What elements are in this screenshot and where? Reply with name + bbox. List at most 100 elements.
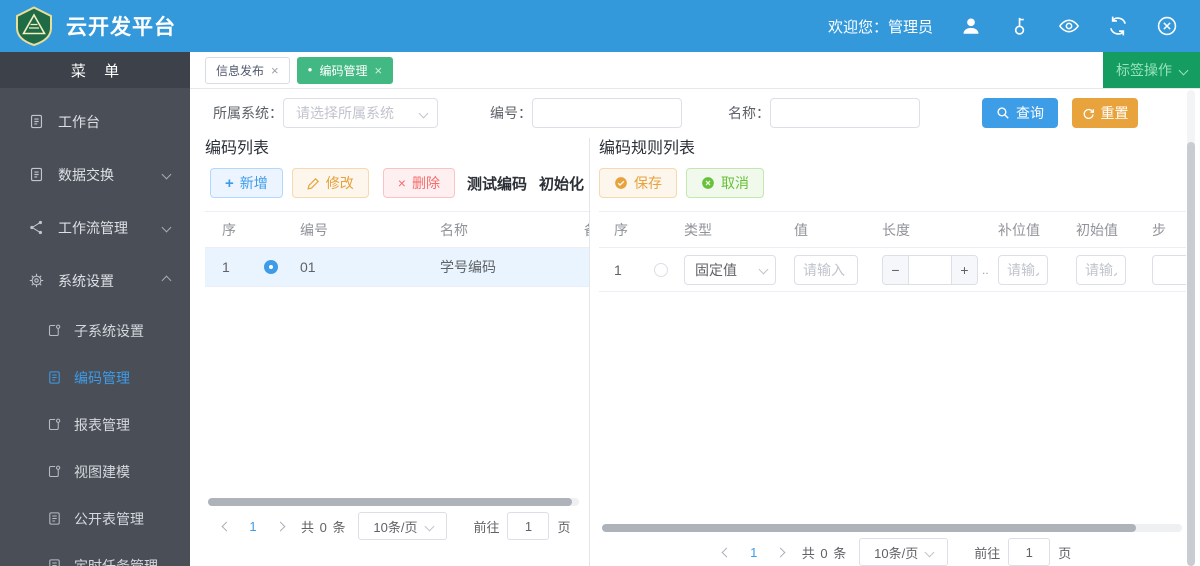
power-icon[interactable] xyxy=(1156,15,1178,37)
main-area: 信息发布 × ● 编码管理 × 标签操作 所属系统： 请选择所属系统 编号： 名… xyxy=(190,52,1200,566)
sidebar-item-scheduled-task-management[interactable]: 定时任务管理 xyxy=(0,542,190,566)
code-table-header: 序 编号 名称 备 xyxy=(205,211,589,248)
check-circle-icon xyxy=(615,177,627,189)
close-icon[interactable]: × xyxy=(374,64,382,77)
tab-bar: 信息发布 × ● 编码管理 × 标签操作 xyxy=(190,52,1200,89)
scrollbar-thumb[interactable] xyxy=(1187,142,1195,566)
reset-button-label: 重置 xyxy=(1100,105,1129,121)
scrollbar-thumb[interactable] xyxy=(602,524,1136,532)
sidebar-item-label: 定时任务管理 xyxy=(74,557,158,566)
next-page-button[interactable] xyxy=(768,547,794,557)
eye-icon[interactable] xyxy=(1058,15,1080,37)
page-unit-label: 页 xyxy=(1058,545,1072,561)
content-area: 所属系统： 请选择所属系统 编号： 名称： 查询 重置 编码列表 + 新增 修改… xyxy=(190,89,1200,566)
length-stepper: − + xyxy=(882,254,978,285)
delete-button[interactable]: × 删除 xyxy=(382,168,455,198)
reset-button[interactable]: 重置 xyxy=(1072,98,1138,128)
horizontal-scrollbar[interactable] xyxy=(208,498,579,506)
type-select[interactable]: 固定值 xyxy=(684,254,776,285)
goto-page-input[interactable] xyxy=(507,512,550,540)
page-title: 云开发平台 xyxy=(66,16,176,39)
sidebar-nav: 工作台 数据交换 工作流管理 系统设置 子系统设置 编码管理 报表管理 视图建模… xyxy=(0,88,190,566)
page-size-select[interactable]: 10条/页 xyxy=(358,512,448,540)
university-logo-icon xyxy=(16,6,52,46)
page-size-label: 10条/页 xyxy=(874,545,919,561)
pad-value-input[interactable] xyxy=(998,254,1048,285)
sidebar-item-label: 报表管理 xyxy=(74,416,130,433)
chevron-down-icon xyxy=(758,264,769,275)
tag-operations-button[interactable]: 标签操作 xyxy=(1103,52,1200,88)
save-button-label: 保存 xyxy=(634,175,662,191)
value-input[interactable] xyxy=(794,254,858,285)
horizontal-scrollbar[interactable] xyxy=(602,524,1182,532)
current-page[interactable]: 1 xyxy=(239,519,267,534)
tab-info-publish[interactable]: 信息发布 × xyxy=(205,56,290,84)
header-name: 名称 xyxy=(440,221,468,238)
step-input[interactable] xyxy=(1152,254,1186,285)
sidebar-item-label: 编码管理 xyxy=(74,369,130,386)
empty-space xyxy=(205,287,589,498)
clipboard-icon xyxy=(47,464,62,479)
sidebar-item-view-modeling[interactable]: 视图建模 xyxy=(0,448,190,495)
length-input[interactable] xyxy=(909,255,951,284)
sidebar-item-workflow[interactable]: 工作流管理 xyxy=(0,201,190,254)
vertical-scrollbar[interactable] xyxy=(1187,90,1195,566)
search-button[interactable]: 查询 xyxy=(982,98,1058,128)
sidebar-item-label: 系统设置 xyxy=(58,272,114,289)
share-icon xyxy=(28,219,45,236)
scrollbar-thumb[interactable] xyxy=(208,498,572,506)
sidebar-item-report-management[interactable]: 报表管理 xyxy=(0,401,190,448)
header-index: 序 xyxy=(222,221,236,238)
refresh-icon[interactable] xyxy=(1107,15,1129,37)
document-icon xyxy=(47,370,62,385)
active-dot-icon: ● xyxy=(307,65,313,74)
row-radio-unselected[interactable] xyxy=(654,262,668,277)
test-code-button[interactable]: 测试编码 xyxy=(467,173,527,194)
sidebar-item-label: 工作流管理 xyxy=(58,219,128,236)
initialize-button[interactable]: 初始化 xyxy=(539,173,584,194)
init-value-input[interactable] xyxy=(1076,254,1126,285)
sidebar-item-label: 数据交换 xyxy=(58,166,114,183)
filter-actions: 查询 重置 xyxy=(982,98,1138,128)
document-icon xyxy=(47,511,62,526)
user-icon[interactable] xyxy=(960,15,982,37)
code-field[interactable] xyxy=(532,98,682,128)
chevron-down-icon xyxy=(924,547,935,557)
add-button[interactable]: + 新增 xyxy=(210,168,283,198)
close-icon[interactable]: × xyxy=(271,64,279,77)
prev-page-button[interactable] xyxy=(714,547,740,557)
gear-icon xyxy=(28,272,45,289)
type-select-value: 固定值 xyxy=(695,261,737,278)
cancel-button[interactable]: 取消 xyxy=(686,168,764,198)
top-header-bar: 云开发平台 欢迎您：管理员 xyxy=(0,0,1200,52)
table-row[interactable]: 1 01 学号编码 xyxy=(205,248,589,287)
sidebar-item-data-exchange[interactable]: 数据交换 xyxy=(0,148,190,201)
sidebar-item-subsystem-settings[interactable]: 子系统设置 xyxy=(0,307,190,354)
sidebar-item-public-table-management[interactable]: 公开表管理 xyxy=(0,495,190,542)
document-icon xyxy=(28,113,45,130)
goto-page-input[interactable] xyxy=(1008,538,1051,566)
page-size-select[interactable]: 10条/页 xyxy=(859,538,949,566)
code-list-panel: 编码列表 + 新增 修改 × 删除 测试编码 初始化 序 编号 名称 1 01 … xyxy=(205,138,590,566)
key-icon[interactable] xyxy=(1009,15,1031,37)
chevron-down-icon xyxy=(1178,65,1189,75)
x-icon: × xyxy=(397,175,406,191)
header-actions: 欢迎您：管理员 xyxy=(828,15,1178,37)
stepper-plus-button[interactable]: + xyxy=(951,255,977,284)
row-radio-selected[interactable] xyxy=(264,260,278,274)
name-field[interactable] xyxy=(770,98,920,128)
next-page-button[interactable] xyxy=(267,521,293,531)
sidebar-item-code-management[interactable]: 编码管理 xyxy=(0,354,190,401)
save-button[interactable]: 保存 xyxy=(599,168,677,198)
sidebar-item-system-settings[interactable]: 系统设置 xyxy=(0,254,190,307)
prev-page-button[interactable] xyxy=(213,521,239,531)
tab-code-management[interactable]: ● 编码管理 × xyxy=(296,56,394,84)
sidebar-item-workbench[interactable]: 工作台 xyxy=(0,95,190,148)
current-page[interactable]: 1 xyxy=(740,545,768,560)
edit-button[interactable]: 修改 xyxy=(291,168,369,198)
system-select[interactable]: 请选择所属系统 xyxy=(283,98,438,128)
clipboard-icon xyxy=(47,323,62,338)
code-list-pagination: 1 共 0 条 10条/页 前往 页 xyxy=(213,512,589,540)
code-list-title: 编码列表 xyxy=(205,140,270,157)
stepper-minus-button[interactable]: − xyxy=(883,255,909,284)
